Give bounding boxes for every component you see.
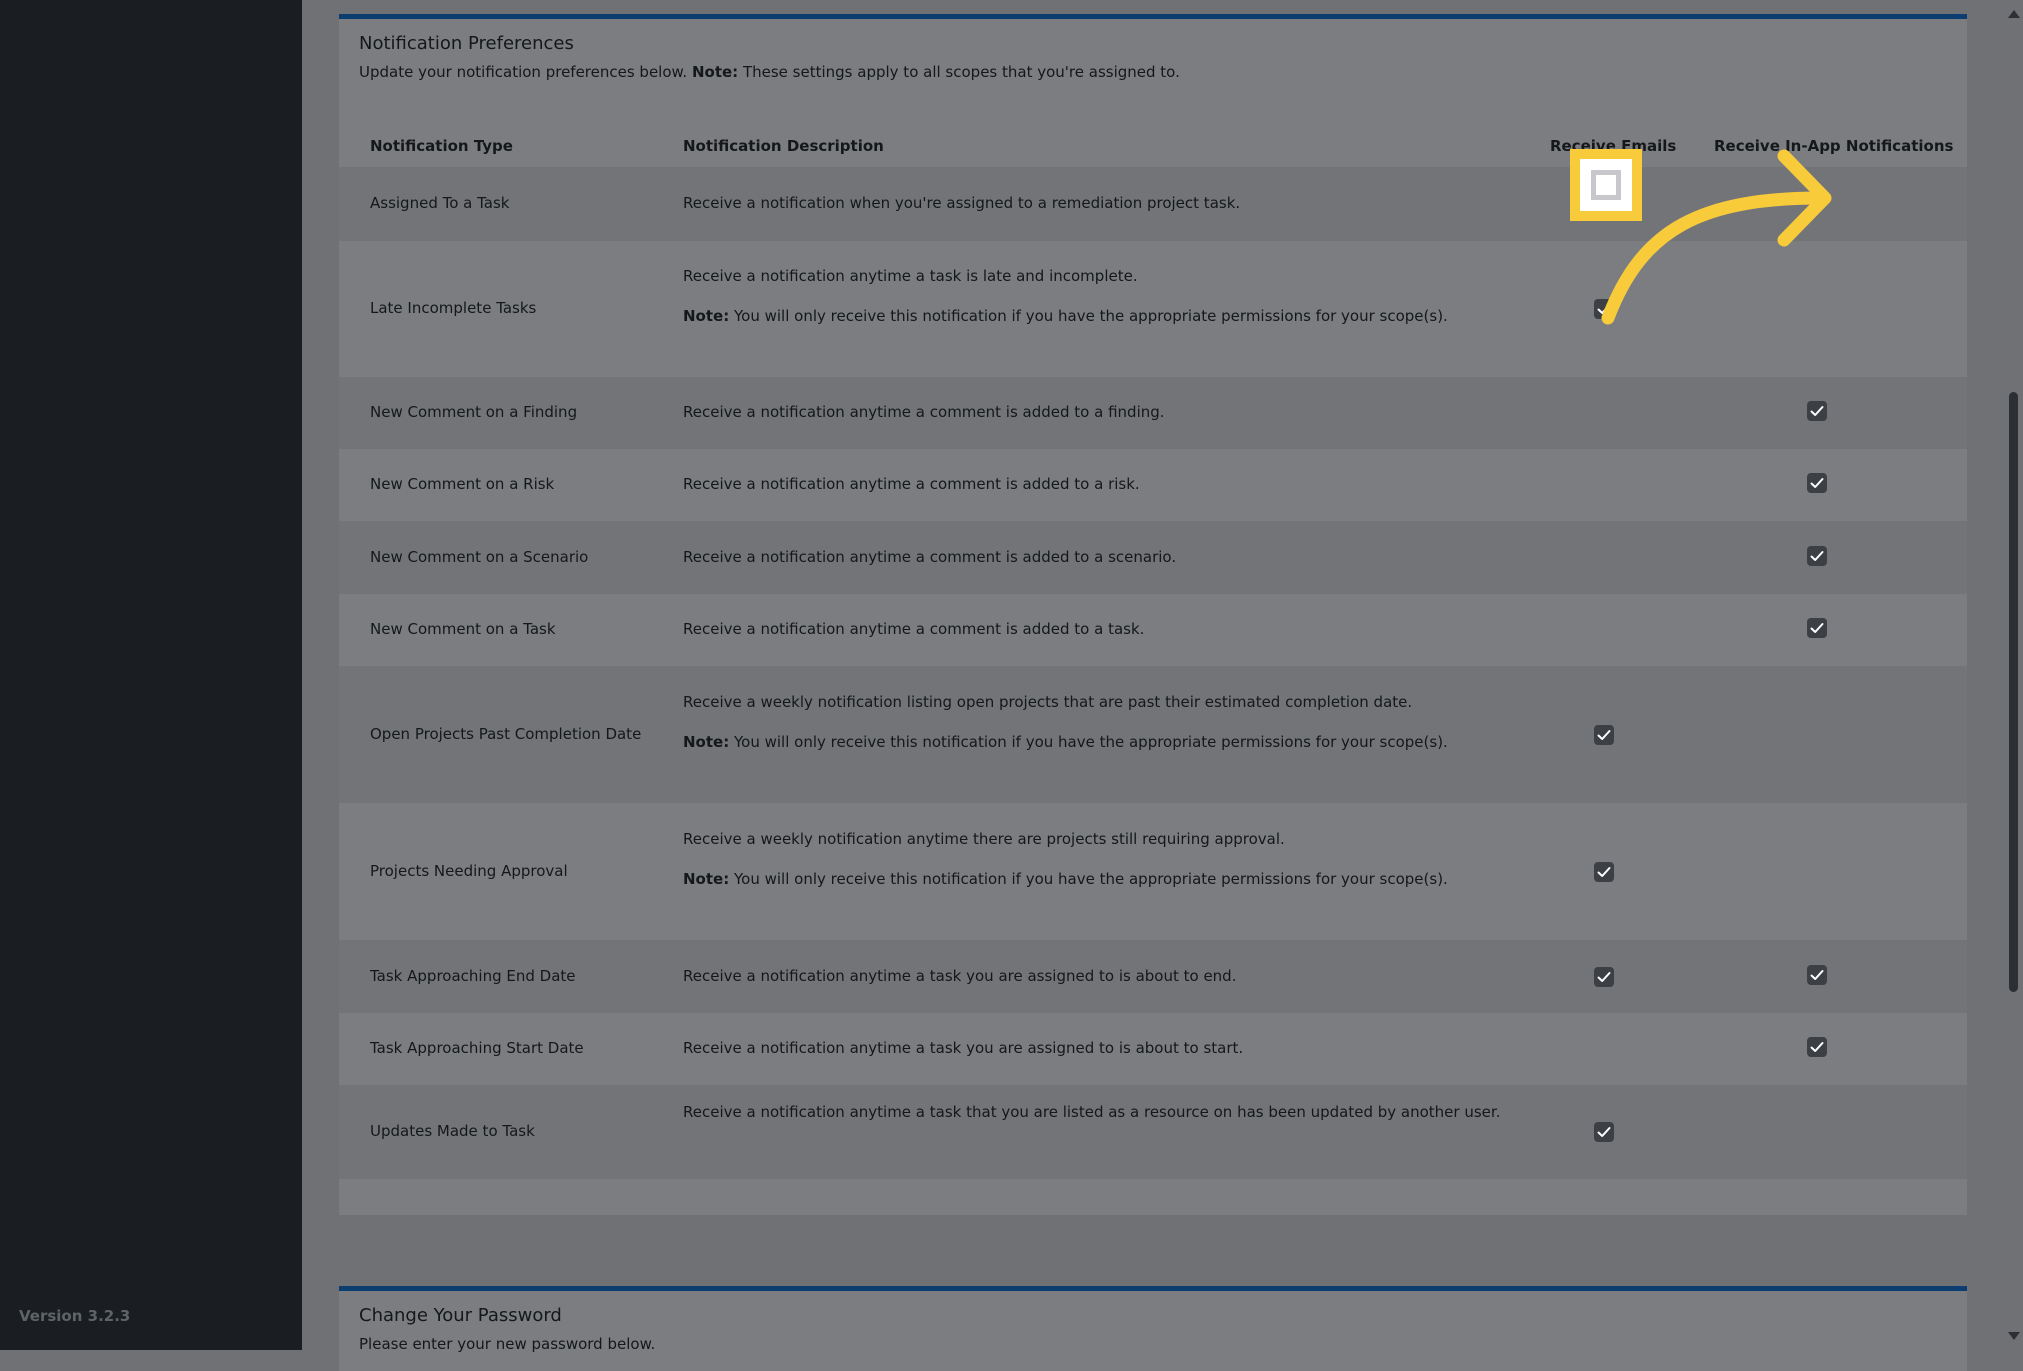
table-row: Projects Needing Approval Receive a weekl… [339, 803, 1967, 940]
check-icon [1810, 969, 1824, 980]
description-text: Receive a notification anytime a comment… [683, 475, 1140, 493]
table-row: Open Projects Past Completion Date Receiv… [339, 666, 1967, 803]
description-text: Receive a notification anytime a task yo… [683, 1039, 1244, 1057]
check-icon [1810, 550, 1824, 561]
table-row: New Comment on a Finding Receive a notifi… [339, 377, 1967, 449]
description-note: Note: You will only receive this notific… [683, 870, 1448, 888]
password-card-title: Change Your Password [359, 1305, 562, 1326]
scroll-up-icon[interactable] [2008, 10, 2020, 18]
header-notification-type: Notification Type [370, 137, 513, 155]
subtitle-text: Update your notification preferences bel… [359, 63, 688, 81]
table-row: New Comment on a Task Receive a notificat… [339, 594, 1967, 666]
card-title: Notification Preferences [359, 33, 574, 54]
notification-type-cell: Open Projects Past Completion Date [370, 724, 642, 743]
subtitle-note-label: Note: [691, 63, 739, 81]
check-icon [1810, 406, 1824, 416]
note-text: You will only receive this notification … [733, 307, 1448, 325]
description-text: Receive a notification anytime a comment… [683, 547, 1177, 566]
notification-description-cell: Receive a notification anytime a task yo… [683, 967, 1236, 985]
email-checkbox-checked[interactable] [1594, 966, 1614, 987]
notification-type-cell: Task Approaching End Date [370, 966, 576, 985]
notification-description-cell: Receive a notification anytime a task th… [683, 1103, 1500, 1121]
note-label: Note: [683, 732, 730, 751]
version-label: Version 3.2.3 [19, 1307, 131, 1325]
notification-type-cell: New Comment on a Scenario [370, 547, 589, 566]
description-text: Receive a notification anytime a task th… [683, 1103, 1501, 1121]
notification-type-cell: Task Approaching Start Date [370, 1039, 584, 1057]
in-app-checkbox-checked[interactable] [1807, 401, 1827, 421]
notification-type-cell: New Comment on a Risk [370, 475, 555, 493]
notification-description-cell: Receive a notification anytime a comment… [683, 403, 1165, 421]
notification-description-cell: Receive a notification anytime a comment… [683, 620, 1144, 638]
scroll-thumb[interactable] [2009, 392, 2018, 992]
password-card-subtitle: Please enter your new password below. [359, 1335, 656, 1353]
in-app-checkbox-checked[interactable] [1807, 964, 1827, 985]
check-icon [1810, 623, 1824, 633]
email-checkbox-checked[interactable] [1594, 861, 1614, 882]
notification-description-cell: Receive a notification anytime a task is… [683, 267, 1448, 325]
header-notification-description: Notification Description [683, 137, 884, 155]
check-icon [1597, 729, 1611, 740]
in-app-checkbox-checked[interactable] [1807, 1037, 1827, 1057]
notification-description-cell: Receive a weekly notification anytime th… [683, 830, 1448, 888]
check-icon [1597, 866, 1611, 877]
table-row: New Comment on a Scenario Receive a notif… [339, 521, 1967, 594]
scroll-down-icon[interactable] [2008, 1332, 2020, 1340]
notification-type-cell: New Comment on a Finding [370, 403, 578, 421]
table-row: Task Approaching Start Date Receive a not… [339, 1013, 1967, 1085]
notification-description-cell: Receive a notification when you're assig… [683, 194, 1240, 212]
description-note: Note: You will only receive this notific… [683, 733, 1448, 751]
notification-type-cell: Projects Needing Approval [370, 861, 568, 880]
table-row: New Comment on a Risk Receive a notificat… [339, 449, 1967, 521]
curved-arrow-icon [1601, 149, 1832, 325]
email-checkbox-checked[interactable] [1594, 1122, 1614, 1142]
notification-description-cell: Receive a notification anytime a task yo… [683, 1039, 1243, 1057]
change-password-card: Change Your Password Please enter your n… [339, 1286, 1967, 1371]
in-app-checkbox-checked[interactable] [1807, 618, 1827, 638]
check-icon [1810, 478, 1824, 488]
notification-type-cell: Late Incomplete Tasks [370, 299, 537, 317]
note-text: You will only receive this notification … [733, 732, 1448, 751]
description-text: Receive a weekly notification listing op… [683, 692, 1413, 711]
table-row: Task Approaching End Date Receive a notif… [339, 940, 1967, 1013]
email-checkbox-checked[interactable] [1594, 724, 1614, 745]
check-icon [1597, 1127, 1611, 1137]
sidebar: Version 3.2.3 [0, 0, 302, 1350]
subtitle-note-text: These settings apply to all scopes that … [742, 63, 1180, 81]
check-icon [1810, 1042, 1824, 1052]
notification-type-cell: Updates Made to Task [370, 1122, 535, 1140]
vertical-scrollbar[interactable] [2003, 0, 2023, 1350]
description-text: Receive a notification when you're assig… [683, 194, 1241, 212]
note-label: Note: [683, 307, 730, 325]
check-icon [1597, 971, 1611, 982]
card-subtitle: Update your notification preferences bel… [359, 63, 1180, 81]
description-text: Receive a notification anytime a task is… [683, 267, 1138, 285]
description-text: Receive a notification anytime a comment… [683, 403, 1165, 421]
table-row: Updates Made to Task Receive a notificati… [339, 1085, 1967, 1179]
description-text: Receive a notification anytime a task yo… [683, 966, 1237, 985]
notification-type-cell: New Comment on a Task [370, 620, 556, 638]
notification-description-cell: Receive a notification anytime a comment… [683, 548, 1176, 566]
main-content: Notification Preferences Update your not… [302, 0, 2003, 1371]
description-text: Receive a weekly notification anytime th… [683, 829, 1285, 848]
description-note: Note: You will only receive this notific… [683, 307, 1448, 325]
in-app-checkbox-checked[interactable] [1807, 545, 1827, 566]
notification-description-cell: Receive a notification anytime a comment… [683, 475, 1140, 493]
notification-description-cell: Receive a weekly notification listing op… [683, 693, 1448, 751]
in-app-checkbox-checked[interactable] [1807, 473, 1827, 493]
note-label: Note: [683, 869, 730, 888]
note-text: You will only receive this notification … [733, 869, 1448, 888]
notification-type-cell: Assigned To a Task [370, 194, 510, 212]
description-text: Receive a notification anytime a comment… [683, 620, 1145, 638]
